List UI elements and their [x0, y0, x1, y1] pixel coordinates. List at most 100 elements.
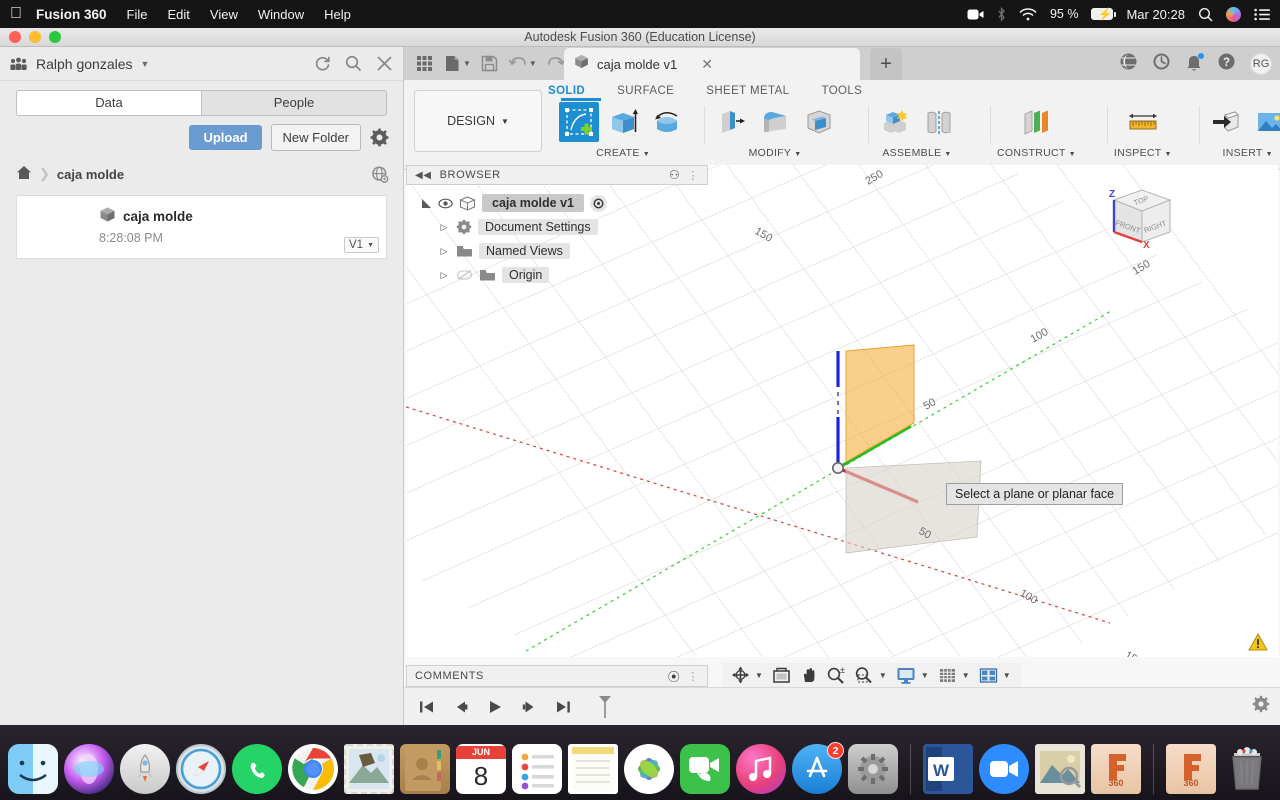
zoom-icon[interactable]: ± — [823, 664, 849, 686]
dock-item-zoom[interactable] — [979, 744, 1029, 794]
visibility-eye-icon[interactable] — [438, 198, 453, 209]
close-icon[interactable]: ✕ — [701, 56, 713, 73]
tab-sheet-metal[interactable]: SHEET METAL — [690, 85, 805, 97]
joint-icon[interactable] — [919, 102, 959, 142]
breadcrumb-current[interactable]: caja molde — [57, 167, 124, 182]
menu-window[interactable]: Window — [258, 7, 304, 22]
chevron-down-icon[interactable]: ▼ — [463, 59, 471, 68]
look-at-icon[interactable] — [769, 664, 794, 686]
dock-item-system-preferences[interactable] — [848, 744, 898, 794]
data-panel-globe-icon[interactable] — [1119, 52, 1138, 76]
dock-item-trash[interactable] — [1222, 744, 1272, 794]
upload-button[interactable]: Upload — [189, 125, 262, 150]
dock-item-finder[interactable] — [8, 744, 58, 794]
play-icon[interactable] — [482, 694, 508, 720]
undo-icon[interactable] — [504, 51, 532, 77]
revolve-icon[interactable] — [647, 102, 687, 142]
pan-icon[interactable] — [796, 664, 821, 686]
browser-node-origin[interactable]: ▷ Origin — [420, 263, 708, 287]
control-center-icon[interactable] — [1254, 8, 1270, 21]
expand-triangle-icon[interactable]: ▷ — [438, 246, 450, 257]
chevron-down-icon[interactable]: ▼ — [755, 671, 763, 680]
chevron-down-icon[interactable]: ▼ — [962, 671, 970, 680]
document-tab[interactable]: caja molde v1 ✕ — [564, 48, 860, 80]
browser-node-named-views[interactable]: ▷ Named Views — [420, 239, 708, 263]
help-question-icon[interactable]: ? — [1217, 52, 1236, 76]
new-folder-button[interactable]: New Folder — [270, 124, 361, 151]
new-component-icon[interactable] — [875, 102, 915, 142]
orbit-icon[interactable] — [728, 664, 753, 686]
tab-people[interactable]: People — [201, 90, 387, 116]
chevron-down-icon[interactable]: ▼ — [1266, 151, 1273, 158]
new-file-icon[interactable] — [438, 51, 466, 77]
dock-item-photos[interactable] — [624, 744, 674, 794]
tab-tools[interactable]: TOOLS — [805, 85, 878, 97]
jump-last-icon[interactable] — [550, 694, 576, 720]
refresh-icon[interactable] — [314, 55, 331, 72]
viewport-layout-icon[interactable] — [976, 664, 1001, 686]
timeline-settings-gear-icon[interactable] — [1252, 695, 1270, 718]
apple-logo-icon[interactable]:  — [10, 6, 22, 22]
expand-triangle-icon[interactable]: ▷ — [438, 222, 450, 233]
chevron-down-icon[interactable]: ▼ — [529, 59, 537, 68]
panel-resize-grip[interactable]: ⋮ — [687, 670, 699, 683]
workspace-switcher-button[interactable]: DESIGN ▼ — [414, 90, 542, 152]
chevron-down-icon[interactable]: ▼ — [1164, 151, 1171, 158]
home-icon[interactable] — [16, 165, 32, 183]
dock-item-chrome[interactable] — [288, 744, 338, 794]
chevron-down-icon[interactable]: ▼ — [1069, 151, 1076, 158]
dock-item-contacts[interactable] — [400, 744, 450, 794]
dock-item-launchpad[interactable] — [120, 744, 170, 794]
tab-solid[interactable]: SOLID — [532, 85, 601, 97]
spotlight-search-icon[interactable] — [1198, 7, 1213, 22]
version-selector[interactable]: V1 ▼ — [343, 237, 379, 253]
visibility-eye-off-icon[interactable] — [456, 269, 473, 281]
screen-record-icon[interactable] — [967, 8, 984, 21]
warning-triangle-icon[interactable] — [1248, 633, 1268, 651]
jump-first-icon[interactable] — [414, 694, 440, 720]
browser-node-document-settings[interactable]: ▷ Document Settings — [420, 215, 708, 239]
chevron-down-icon[interactable]: ▼ — [879, 671, 887, 680]
dock-item-itunes[interactable] — [736, 744, 786, 794]
collapse-left-icon[interactable]: ◀◀ — [415, 170, 432, 181]
close-icon[interactable] — [376, 55, 393, 72]
shell-icon[interactable] — [799, 102, 839, 142]
chevron-down-icon[interactable]: ▼ — [643, 151, 650, 158]
expand-triangle-icon[interactable] — [420, 198, 432, 209]
chevron-down-icon[interactable]: ▼ — [921, 671, 929, 680]
offset-plane-icon[interactable] — [1016, 102, 1056, 142]
file-card[interactable]: caja molde 8:28:08 PM V1 ▼ — [16, 195, 387, 259]
dock-item-fusion-360[interactable]: 360 — [1091, 744, 1141, 794]
dock-item-siri[interactable] — [64, 744, 114, 794]
dock-item-safari[interactable] — [176, 744, 226, 794]
battery-icon[interactable]: ⚡ — [1091, 7, 1117, 21]
display-settings-icon[interactable] — [893, 664, 919, 686]
account-name[interactable]: Ralph gonzales — [36, 56, 133, 72]
menu-view[interactable]: View — [210, 7, 238, 22]
measure-ruler-icon[interactable] — [1123, 102, 1163, 142]
dock-item-facetime[interactable] — [680, 744, 730, 794]
bluetooth-icon[interactable] — [997, 6, 1006, 22]
menubar-clock[interactable]: Mar 20:28 — [1126, 7, 1185, 22]
gear-icon[interactable] — [370, 128, 389, 147]
create-sketch-icon[interactable] — [559, 102, 599, 142]
zoom-window-icon[interactable] — [851, 664, 877, 686]
dock-item-fusion-360-alt[interactable]: 360 — [1166, 744, 1216, 794]
chevron-down-icon[interactable]: ▼ — [141, 59, 150, 69]
dock-item-app-store[interactable]: 2 — [792, 742, 844, 794]
dock-item-calendar[interactable]: JUN 8 — [456, 744, 506, 794]
minus-circle-icon[interactable]: ⚇ — [669, 168, 680, 182]
insert-canvas-image-icon[interactable] — [1250, 102, 1280, 142]
active-app-name[interactable]: Fusion 360 — [36, 7, 107, 22]
grid-snap-icon[interactable] — [935, 664, 960, 686]
browser-node-root[interactable]: caja molde v1 — [420, 191, 708, 215]
plus-circle-icon[interactable]: ⦿ — [668, 668, 681, 685]
avatar[interactable]: RG — [1250, 52, 1272, 75]
menu-file[interactable]: File — [127, 7, 148, 22]
chevron-down-icon[interactable]: ▼ — [1003, 671, 1011, 680]
expand-triangle-icon[interactable]: ▷ — [438, 270, 450, 281]
dock-item-reminders[interactable] — [512, 744, 562, 794]
tab-data[interactable]: Data — [16, 90, 201, 116]
siri-icon[interactable] — [1226, 6, 1241, 22]
insert-derive-icon[interactable] — [1206, 102, 1246, 142]
